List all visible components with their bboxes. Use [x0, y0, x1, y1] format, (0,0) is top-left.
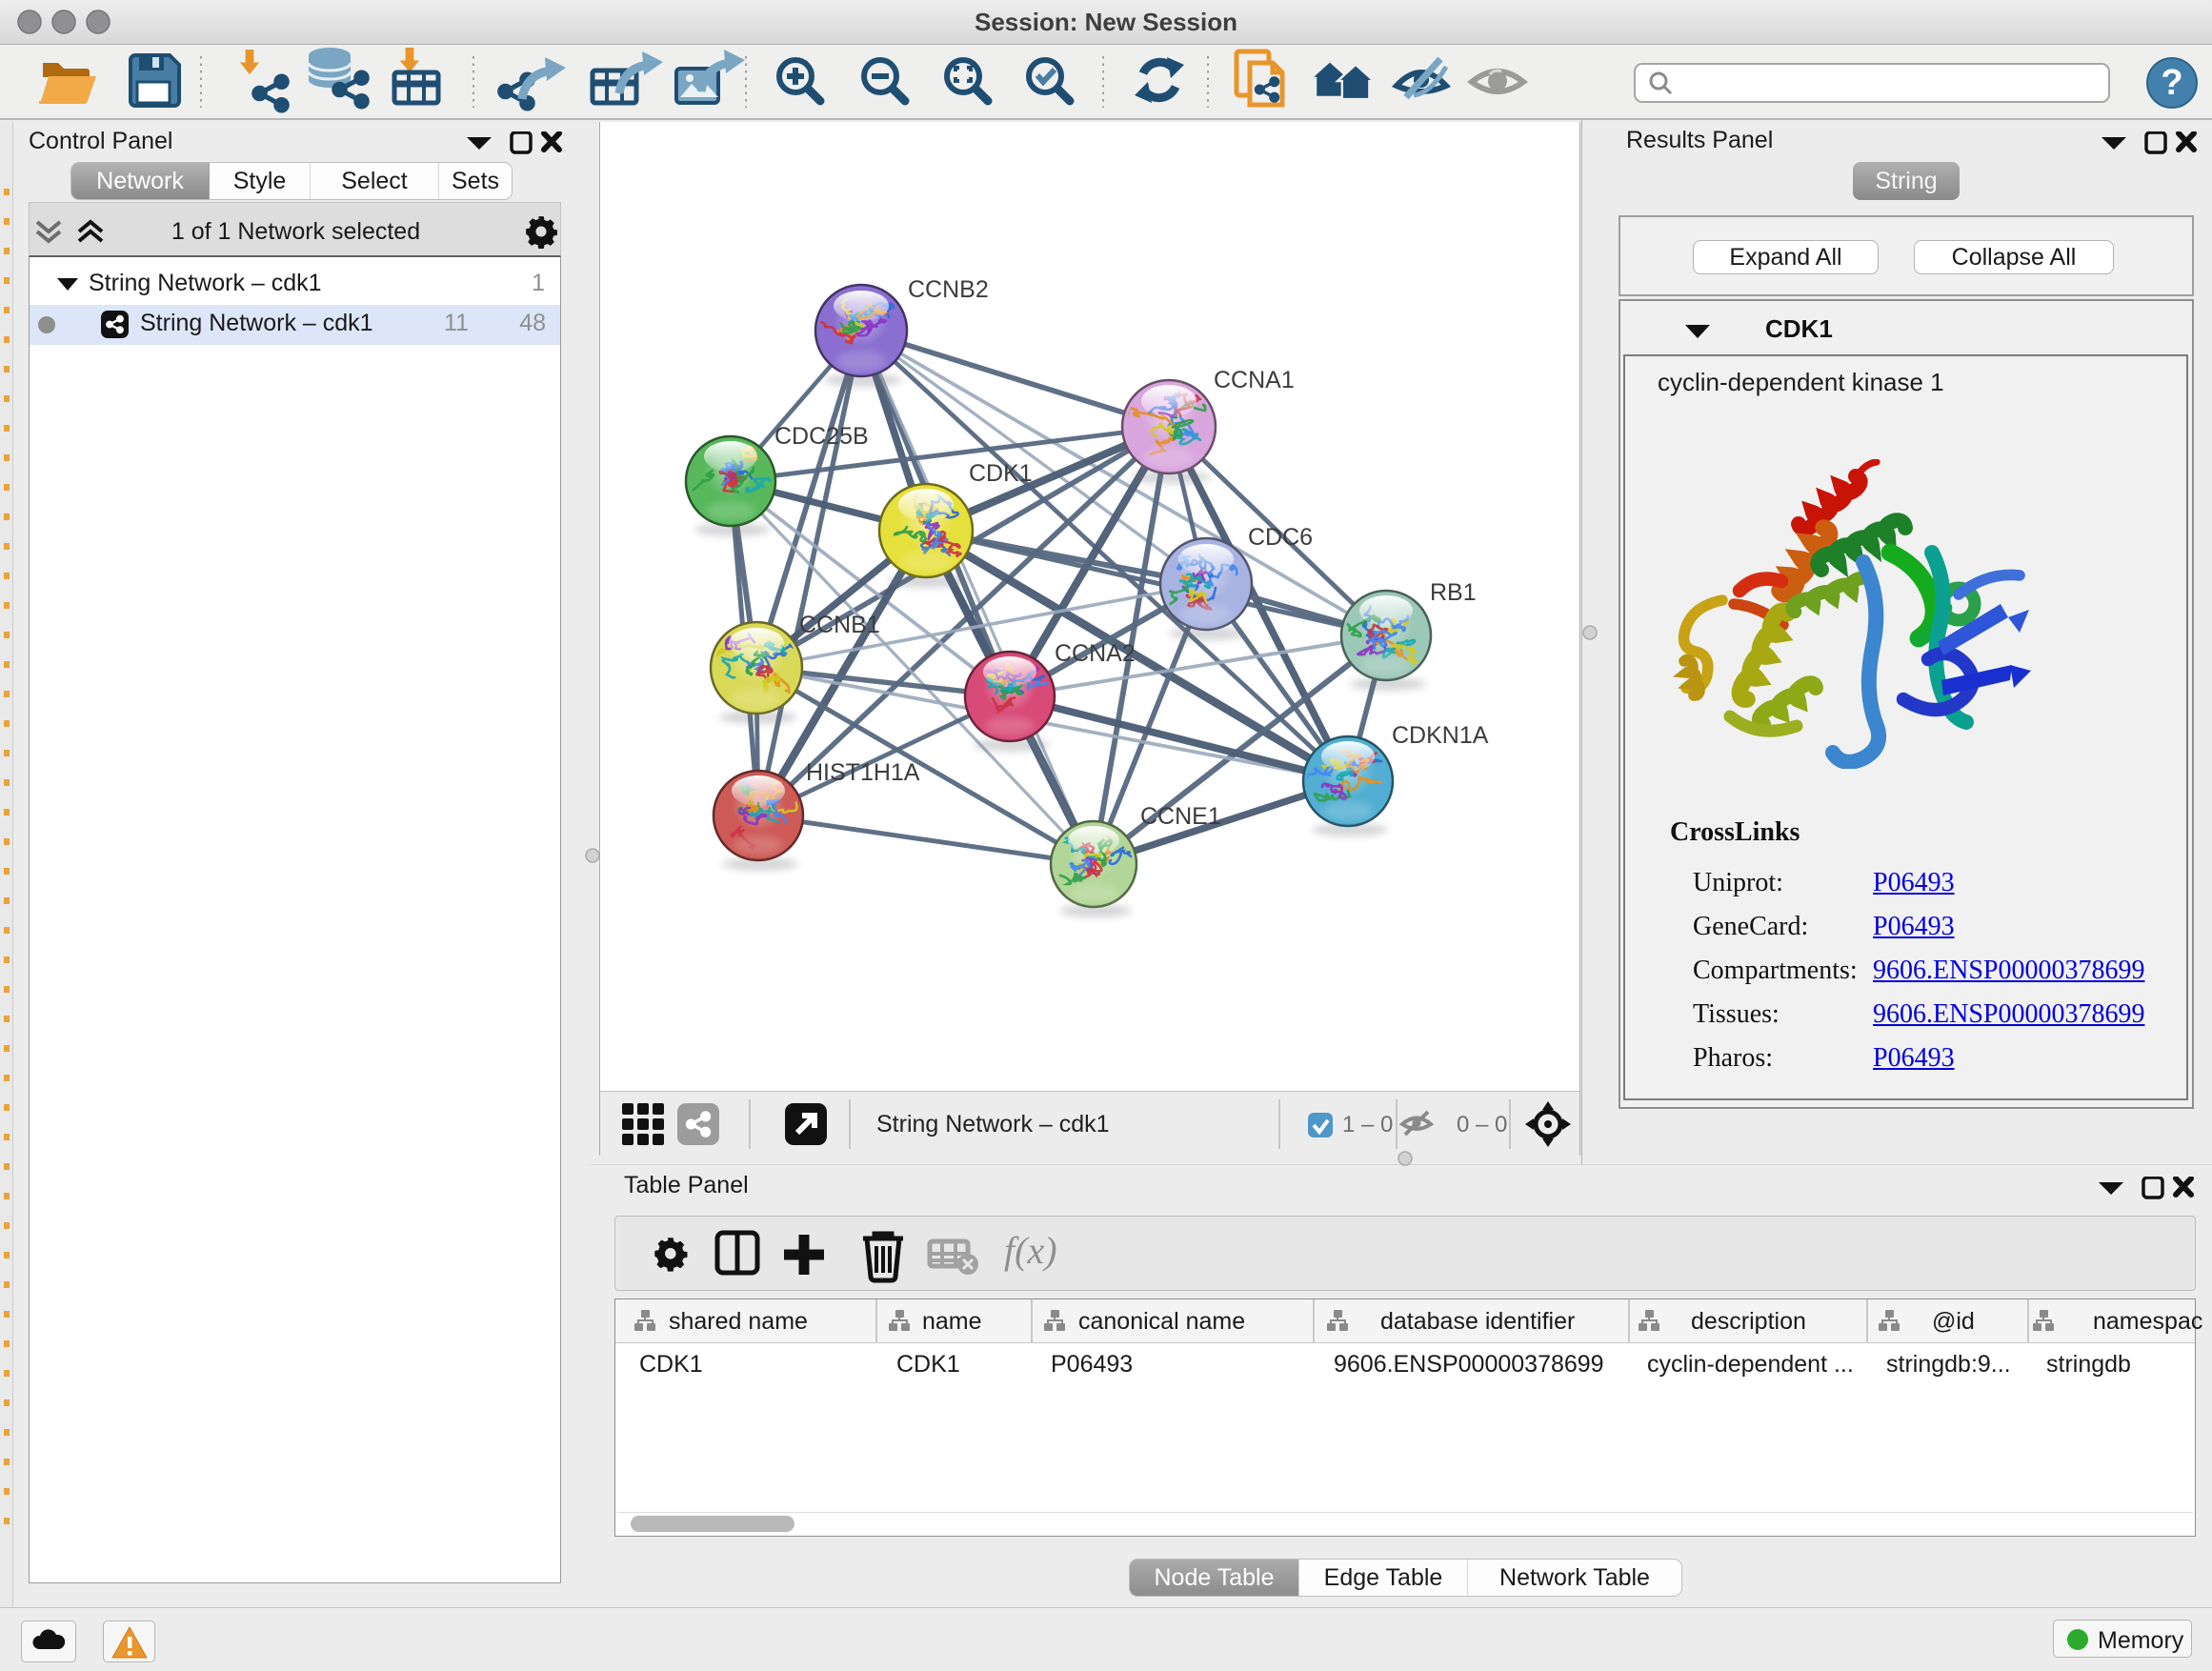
svg-text:CDC25B: CDC25B [774, 423, 869, 450]
svg-text:HIST1H1A: HIST1H1A [806, 759, 920, 786]
svg-text:CCNE1: CCNE1 [1140, 803, 1221, 830]
svg-text:CDC6: CDC6 [1248, 524, 1313, 551]
svg-text:RB1: RB1 [1430, 579, 1477, 606]
svg-text:CCNA2: CCNA2 [1055, 640, 1136, 667]
svg-text:CCNA1: CCNA1 [1214, 367, 1295, 393]
svg-text:CCNB1: CCNB1 [799, 612, 880, 638]
svg-text:CCNB2: CCNB2 [908, 276, 989, 303]
svg-text:CDK1: CDK1 [969, 460, 1033, 487]
svg-text:CDKN1A: CDKN1A [1392, 722, 1489, 749]
